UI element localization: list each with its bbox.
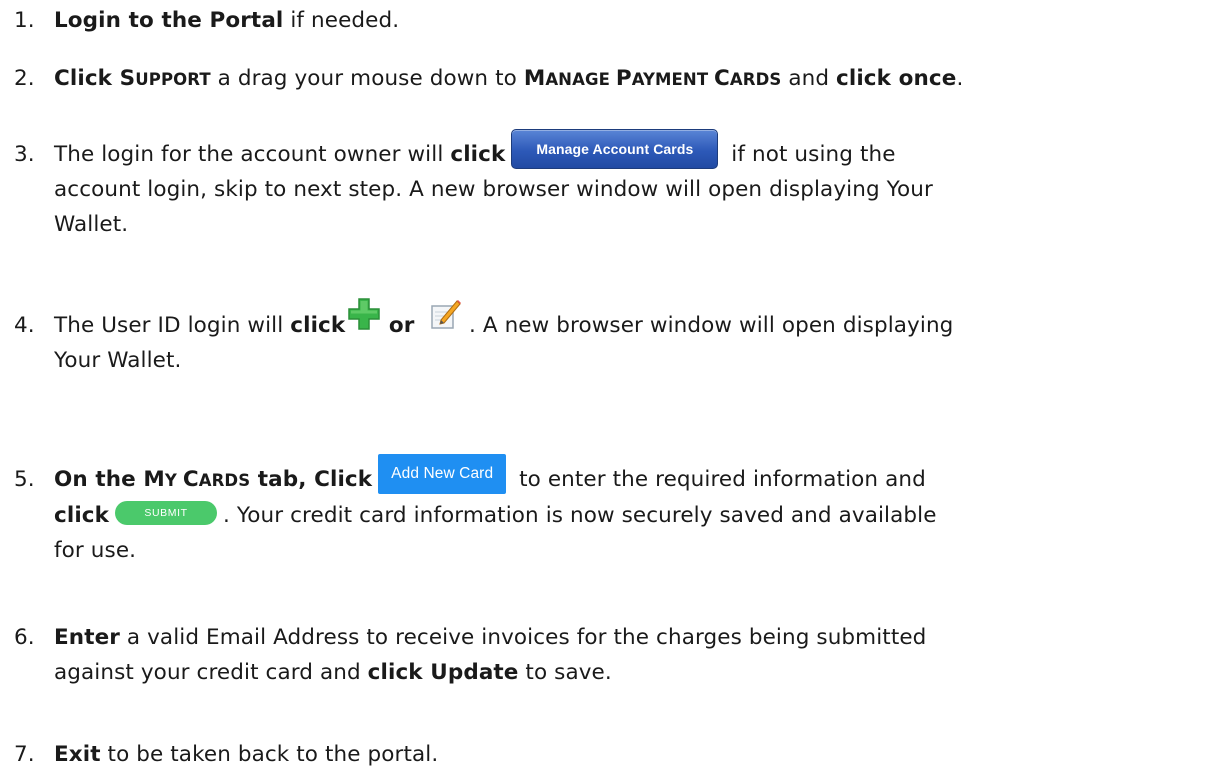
submit-button[interactable]: SUBMIT <box>115 501 218 525</box>
step-2-bold-click-once: click once <box>836 66 957 91</box>
step-6-text: a valid Email Address to receive invoice… <box>119 625 927 650</box>
step-5-text-2: . Your credit card information is now se… <box>223 503 937 528</box>
step-5-text: to enter the required information and <box>512 467 926 492</box>
step-7: 7. Exit to be taken back to the portal. <box>14 737 1211 772</box>
manage-initial: M <box>523 66 546 91</box>
step-6-bold-click-update: click Update <box>367 660 519 685</box>
step-7-bold-exit: Exit <box>54 742 101 767</box>
step-3-text: The login for the account owner will <box>54 142 451 167</box>
step-1-bold: Login to the Portal <box>54 8 284 33</box>
step-2-bold-click: Click <box>54 66 120 91</box>
step-4-bold-or: or <box>381 313 423 338</box>
step-1-text: if needed. <box>283 8 400 33</box>
step-3: 3. The login for the account owner will c… <box>14 129 1211 242</box>
add-new-card-button[interactable]: Add New Card <box>378 454 507 494</box>
step-3-line-3: Wallet. <box>54 212 129 237</box>
payment-rest: AYMENT <box>631 70 715 89</box>
step-4-bold-click: click <box>290 313 346 338</box>
instructions-document: 1. Login to the Portal if needed. 2. Click… <box>0 0 1219 778</box>
step-4-text: The User ID login will <box>54 313 291 338</box>
manage-account-cards-button[interactable]: Manage Account Cards <box>511 129 719 169</box>
cards-rest: ARDS <box>729 70 782 89</box>
step-3-text-2: if not using the <box>724 142 896 167</box>
cards-initial: C <box>714 66 730 91</box>
payment-initial: P <box>615 66 632 91</box>
step-6-line-2-text-2: to save. <box>518 660 612 685</box>
step-6-bold-enter: Enter <box>54 625 120 650</box>
my-rest: Y <box>164 471 183 490</box>
step-6: 6. Enter a valid Email Address to receive… <box>14 620 1211 690</box>
step-number: 6. <box>14 625 35 650</box>
step-5: 5. On the MY CARDS tab, Click Add New Card… <box>14 454 1211 568</box>
step-number: 3. <box>14 142 35 167</box>
step-number: 1. <box>14 8 35 33</box>
step-number: 4. <box>14 313 35 338</box>
cards-rest: ARDS <box>198 471 251 490</box>
step-4-text-2: . A new browser window will open display… <box>462 313 954 338</box>
step-2-period: . <box>956 66 964 91</box>
support-initial: S <box>119 66 136 91</box>
step-7-text: to be taken back to the portal. <box>100 742 439 767</box>
step-number: 5. <box>14 467 35 492</box>
step-2-text-and: and <box>781 66 837 91</box>
step-1: 1. Login to the Portal if needed. <box>14 3 1211 38</box>
step-2-text: a drag your mouse down to <box>210 66 524 91</box>
step-number: 2. <box>14 66 35 91</box>
manage-rest: ANAGE <box>545 70 616 89</box>
step-number: 7. <box>14 742 35 767</box>
step-5-bold-on-the: On the <box>54 467 144 492</box>
step-5-bold-tab-click: tab, Click <box>250 467 373 492</box>
step-5-line-3: for use. <box>54 538 137 563</box>
step-4-line-2: Your Wallet. <box>54 348 182 373</box>
my-initial: M <box>143 467 165 492</box>
edit-icon[interactable] <box>430 298 462 341</box>
step-4: 4. The User ID login will click or . A ne… <box>14 297 1211 378</box>
step-5-bold-click: click <box>54 503 110 528</box>
plus-icon[interactable] <box>347 297 381 342</box>
step-2: 2. Click SUPPORT a drag your mouse down t… <box>14 61 1211 97</box>
step-3-bold-click: click <box>450 142 506 167</box>
step-3-line-2: account login, skip to next step. A new … <box>54 177 933 202</box>
support-rest: UPPORT <box>135 70 211 89</box>
step-6-line-2-text: against your credit card and <box>54 660 368 685</box>
cards-initial: C <box>182 467 199 492</box>
